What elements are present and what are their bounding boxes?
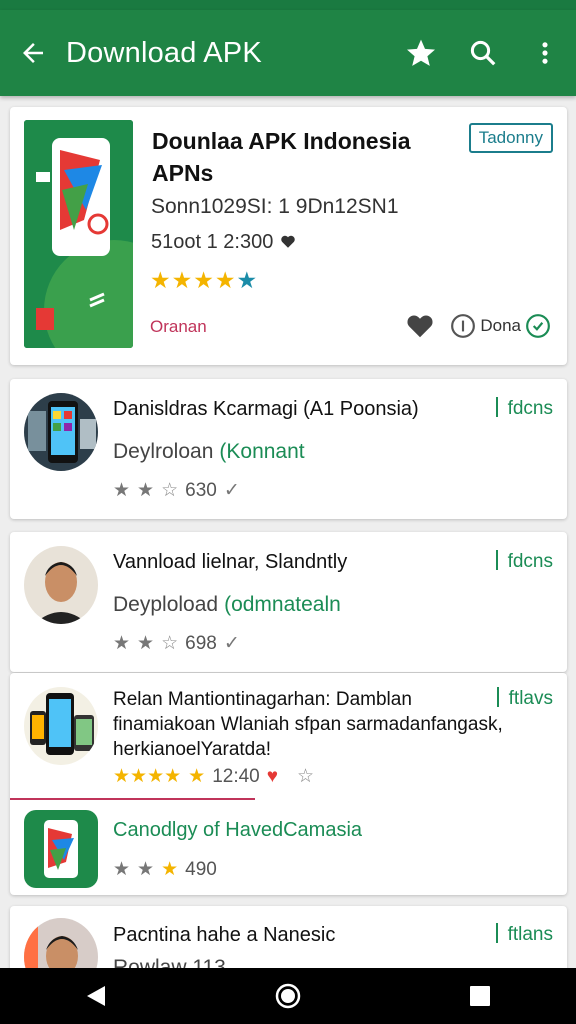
star-half-icon: ★ — [188, 766, 206, 787]
list-item-title: Danisldras Kcarmagi (A1 Poonsia) — [113, 398, 419, 420]
list-item-group: Relan Mantiontinagarhan: Damblan finamia… — [10, 673, 567, 895]
list-item[interactable]: Vannload lielnar, Slandntly fdcns Deyplo… — [10, 532, 567, 672]
star-half-icon: ★ — [113, 633, 131, 654]
featured-app-title[interactable]: Dounlaa APK Indonesia APNs — [152, 125, 442, 189]
square-recents-icon — [470, 986, 490, 1006]
list-item-title: Vannload lielnar, Slandntly — [113, 551, 348, 573]
app-thumbnail — [24, 393, 98, 471]
featured-app-image — [24, 120, 133, 348]
check-icon: ✓ — [223, 480, 240, 501]
list-item-title: Canodlgy of HavedCamasia — [113, 819, 363, 841]
star-icon: ★ — [137, 859, 155, 880]
app-bar: Download APK — [0, 10, 576, 96]
favorite-button[interactable] — [390, 10, 452, 96]
info-icon — [451, 314, 476, 338]
list-item-meta: ★ ★ ★ 490 — [113, 858, 217, 881]
circle-home-icon — [275, 983, 301, 1009]
list-item-title: Relan Mantiontinagarhan: Damblan finamia… — [113, 689, 503, 760]
star-icon: ★ — [161, 859, 179, 880]
list-item[interactable]: Danisldras Kcarmagi (A1 Poonsia) fdcns D… — [10, 379, 567, 519]
list-item-meta: ★ ★ ☆ 698 ✓ — [113, 632, 240, 655]
nav-home-button[interactable] — [263, 971, 313, 1021]
star-outline-icon[interactable]: ☆ — [297, 765, 314, 788]
check-circle-icon[interactable] — [525, 313, 551, 339]
heart-icon[interactable]: ♥ — [267, 766, 278, 788]
download-count: 490 — [185, 858, 217, 880]
list-item-meta: ★ ★ ☆ 630 ✓ — [113, 479, 240, 502]
search-icon — [470, 40, 496, 66]
list-item-category[interactable]: fdcns — [495, 397, 553, 420]
more-button[interactable] — [514, 10, 576, 96]
triangle-back-icon — [87, 986, 105, 1006]
page-title: Download APK — [66, 36, 262, 69]
star-icon: ★ — [137, 633, 155, 654]
list-item-meta: ★★★★ ★ 12:40 ♥ ☆ — [113, 765, 314, 788]
featured-rating: ★★★★★ — [150, 267, 258, 294]
nav-recents-button[interactable] — [455, 971, 505, 1021]
heart-icon — [407, 315, 433, 338]
wishlist-button[interactable] — [405, 311, 435, 341]
check-icon: ✓ — [223, 633, 240, 654]
back-button[interactable] — [0, 10, 66, 96]
list-item[interactable]: Canodlgy of HavedCamasia ★ ★ ★ 490 — [10, 800, 567, 895]
search-button[interactable] — [452, 10, 514, 96]
star-icon: ★ — [236, 267, 259, 293]
version-text: 51oot 1 2:300 — [151, 231, 274, 253]
star-outline-icon: ☆ — [161, 633, 179, 654]
download-count: 630 — [185, 479, 217, 501]
meta-text: Dona — [480, 316, 521, 335]
system-nav-bar — [0, 968, 576, 1024]
list-item-title: Pacntina hahe a Nanesic — [113, 924, 336, 946]
list-item[interactable]: Relan Mantiontinagarhan: Damblan finamia… — [10, 673, 567, 800]
star-icon: ★★★★ — [150, 267, 237, 293]
list-item-subtitle: Deylroloan (Konnant — [113, 440, 305, 463]
featured-app-subtitle: Sonn1029SI: 1 9Dn12SN1 — [151, 195, 399, 218]
featured-meta: Dona — [450, 313, 551, 339]
featured-app-card[interactable]: Dounlaa APK Indonesia APNs Tadonny Sonn1… — [10, 107, 567, 365]
heart-small-icon — [281, 235, 295, 248]
nav-back-button[interactable] — [71, 971, 121, 1021]
status-bar — [0, 0, 576, 10]
featured-developer[interactable]: Oranan — [150, 317, 207, 337]
download-count: 698 — [185, 632, 217, 654]
star-half-icon: ★ — [113, 859, 131, 880]
category-tag[interactable]: Tadonny — [468, 123, 553, 153]
more-vert-icon — [542, 42, 548, 64]
star-icon: ★★★★ — [113, 766, 182, 787]
star-icon — [407, 39, 435, 66]
arrow-back-icon — [23, 43, 43, 63]
list-item-category[interactable]: ftlavs — [496, 687, 553, 710]
app-icon — [24, 810, 98, 888]
app-thumbnail — [24, 687, 98, 765]
star-half-icon: ★ — [113, 480, 131, 501]
app-thumbnail — [24, 546, 98, 624]
list-item-category[interactable]: ftlans — [495, 923, 553, 946]
timestamp: 12:40 — [212, 765, 260, 787]
star-outline-icon: ☆ — [161, 480, 179, 501]
list-item-subtitle: Deyploload (odmnatealn — [113, 593, 341, 616]
list-item-category[interactable]: fdcns — [495, 550, 553, 573]
star-icon: ★ — [137, 480, 155, 501]
featured-app-version: 51oot 1 2:300 — [151, 231, 297, 254]
